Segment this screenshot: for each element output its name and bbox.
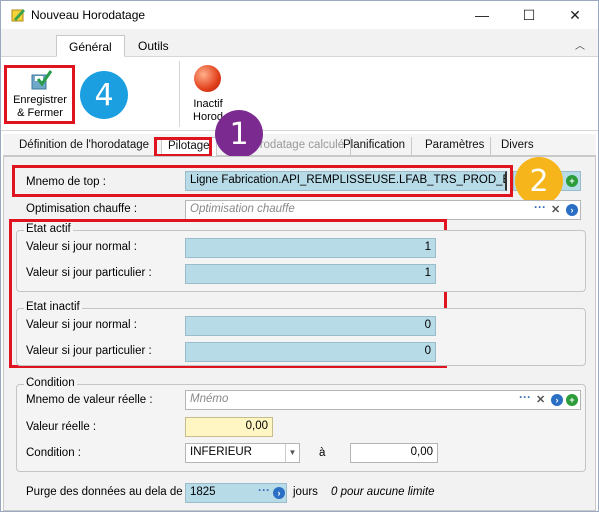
add-mnemo-reelle-icon[interactable]: + [566, 394, 578, 406]
red-status-icon [194, 65, 221, 92]
maximize-button[interactable]: ☐ [506, 1, 552, 29]
callout-badge-2: 2 [515, 157, 563, 205]
clear-mnemo-icon[interactable]: ✕ [536, 393, 545, 406]
clear-optim-icon[interactable]: ✕ [551, 203, 560, 216]
condition-select[interactable]: INFERIEUR [185, 443, 300, 463]
save-check-icon [29, 69, 53, 91]
optim-label: Optimisation chauffe : [26, 203, 138, 215]
form-tab-bar: Définition de l'horodatage Pilotage Horo… [3, 134, 596, 156]
ribbon: Enregistrer & Fermer 4 Inactif Horod [1, 57, 598, 131]
app-icon [10, 7, 26, 23]
actif-particulier-label: Valeur si jour particulier : [26, 267, 152, 279]
goto-mnemo-icon[interactable]: › [551, 394, 563, 406]
mnemo-top-label: Mnemo de top : [26, 176, 106, 188]
title-bar: Nouveau Horodatage — ☐ ✕ [1, 1, 598, 29]
pilotage-panel: Mnemo de top : Ligne Fabrication.API_REM… [3, 156, 596, 511]
browse-optim-icon[interactable]: ··· [534, 200, 546, 214]
actif-normal-field[interactable]: 1 [185, 238, 436, 258]
collapse-ribbon-icon[interactable]: ︿ [575, 37, 585, 52]
tab-divers[interactable]: Divers [495, 137, 540, 156]
condition-selected: INFERIEUR [190, 446, 252, 458]
browse-mnemo-icon[interactable]: ··· [519, 390, 531, 404]
ribbon-tab-bar: Général Outils ︿ [1, 29, 598, 57]
purge-field[interactable]: 1825 [185, 483, 287, 503]
a-label: à [319, 447, 326, 459]
etat-inactif-title: Etat inactif [24, 301, 82, 313]
window-title: Nouveau Horodatage [31, 8, 146, 22]
valeur-reelle-field[interactable]: 0,00 [185, 417, 273, 437]
purge-goto-icon[interactable]: › [273, 487, 285, 499]
tab-general[interactable]: Général [56, 35, 125, 57]
minimize-button[interactable]: — [459, 1, 505, 29]
inactive-label-1: Inactif [193, 98, 223, 110]
inactif-normal-label: Valeur si jour normal : [26, 319, 137, 331]
etat-actif-title: Etat actif [24, 223, 73, 235]
mnemo-reelle-label: Mnemo de valeur réelle : [26, 394, 153, 406]
save-label-2: & Fermer [17, 107, 63, 119]
pilotage-tab-highlight [154, 137, 212, 157]
window: Nouveau Horodatage — ☐ ✕ Général Outils … [0, 0, 599, 512]
actif-normal-label: Valeur si jour normal : [26, 241, 137, 253]
tab-definition[interactable]: Définition de l'horodatage [13, 137, 157, 156]
condition-title: Condition [24, 377, 77, 389]
purge-label: Purge des données au dela de : [26, 486, 190, 498]
tab-parametres[interactable]: Paramètres [419, 137, 492, 156]
purge-spin-icon[interactable]: ··· [258, 483, 270, 497]
inactif-particulier-field[interactable]: 0 [185, 342, 436, 362]
callout-badge-1: 1 [215, 110, 263, 158]
valeur-reelle-label: Valeur réelle : [26, 421, 97, 433]
chevron-down-icon[interactable]: ▼ [285, 444, 299, 462]
mnemo-top-field[interactable]: Ligne Fabrication.API_REMPLISSEUSE.LFAB_… [185, 171, 507, 191]
save-close-button[interactable]: Enregistrer & Fermer [7, 67, 73, 123]
condition-label: Condition : [26, 447, 81, 459]
tab-outils[interactable]: Outils [126, 35, 181, 57]
purge-hint: 0 pour aucune limite [331, 486, 435, 498]
inactif-normal-field[interactable]: 0 [185, 316, 436, 336]
inactif-particulier-label: Valeur si jour particulier : [26, 345, 152, 357]
condition-value-field[interactable]: 0,00 [350, 443, 438, 463]
close-button[interactable]: ✕ [552, 1, 598, 29]
purge-unit: jours [293, 486, 318, 498]
callout-badge-4: 4 [80, 71, 128, 119]
goto-optim-icon[interactable]: › [566, 204, 578, 216]
optim-field[interactable]: Optimisation chauffe [185, 200, 581, 220]
add-mnemo-icon[interactable]: + [566, 175, 578, 187]
tab-planification[interactable]: Planification [337, 137, 413, 156]
save-label-1: Enregistrer [13, 94, 67, 106]
actif-particulier-field[interactable]: 1 [185, 264, 436, 284]
ribbon-divider [179, 61, 180, 127]
